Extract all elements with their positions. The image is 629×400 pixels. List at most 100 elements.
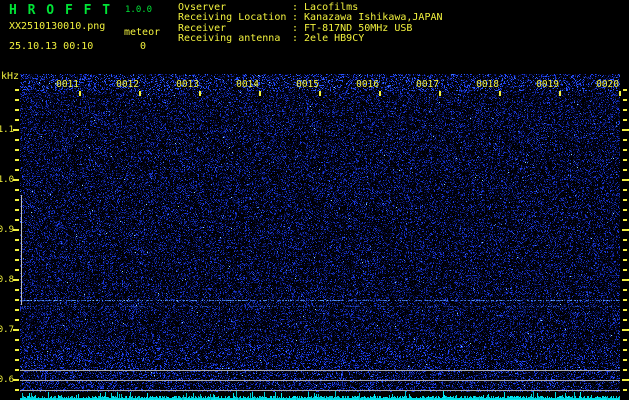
freq-tick-left [15, 359, 19, 361]
time-tick [439, 91, 441, 96]
freq-tick-left [15, 139, 19, 141]
freq-axis-label: 0.9 [0, 225, 14, 235]
meteor-count: 0 [140, 41, 147, 52]
freq-tick-left [13, 329, 19, 331]
freq-tick-left [13, 129, 19, 131]
time-axis-label: 0015 [296, 79, 319, 90]
freq-axis-label: 0.6 [0, 375, 14, 385]
time-axis-label: 0011 [56, 79, 79, 90]
app-version: 1.0.0 [125, 5, 153, 15]
reference-line [20, 370, 620, 371]
freq-tick-left [15, 99, 19, 101]
time-axis-label: 0012 [116, 79, 139, 90]
freq-tick-right [623, 119, 627, 121]
freq-tick-left [15, 89, 19, 91]
freq-tick-right [623, 149, 627, 151]
reference-line [20, 390, 620, 391]
freq-axis-label: 1.0 [0, 175, 14, 185]
freq-tick-right [623, 159, 627, 161]
freq-tick-right [623, 169, 627, 171]
freq-tick-left [15, 219, 19, 221]
freq-tick-left [15, 339, 19, 341]
time-tick [259, 91, 261, 96]
freq-tick-left [15, 149, 19, 151]
freq-tick-right [622, 129, 629, 131]
freq-axis-label: 0.7 [0, 325, 14, 335]
time-tick [139, 91, 141, 96]
time-axis-label: 0016 [356, 79, 379, 90]
time-tick [319, 91, 321, 96]
freq-tick-left [15, 119, 19, 121]
freq-tick-right [623, 99, 627, 101]
freq-tick-left [15, 159, 19, 161]
freq-tick-right [622, 279, 629, 281]
time-axis-label: 0013 [176, 79, 199, 90]
time-tick [379, 91, 381, 96]
freq-tick-right [623, 239, 627, 241]
time-tick [499, 91, 501, 96]
freq-tick-right [623, 199, 627, 201]
time-tick [199, 91, 201, 96]
capture-datetime: 25.10.13 00:10 [9, 41, 94, 52]
time-axis-label: 0020 [596, 79, 619, 90]
freq-tick-left [13, 229, 19, 231]
freq-tick-left [15, 349, 19, 351]
freq-tick-left [15, 239, 19, 241]
freq-tick-left [15, 109, 19, 111]
time-axis-label: 0018 [476, 79, 499, 90]
station-info-value: : 2ele HB9CY [292, 33, 365, 45]
time-tick [619, 91, 621, 96]
freq-tick-right [622, 379, 629, 381]
freq-tick-left [15, 309, 19, 311]
time-tick [79, 91, 81, 96]
freq-tick-left [15, 259, 19, 261]
freq-tick-right [623, 299, 627, 301]
freq-tick-left [15, 199, 19, 201]
freq-tick-right [623, 369, 627, 371]
freq-tick-right [623, 309, 627, 311]
freq-tick-right [623, 249, 627, 251]
freq-tick-right [623, 319, 627, 321]
freq-tick-left [15, 169, 19, 171]
freq-tick-left [15, 299, 19, 301]
freq-tick-right [622, 329, 629, 331]
freq-tick-right [623, 89, 627, 91]
meteor-echo-line [21, 195, 22, 305]
capture-filename: XX2510130010.png [9, 21, 106, 32]
freq-axis-label: 0.8 [0, 275, 14, 285]
station-info-row: Receiving antenna : 2ele HB9CY [178, 33, 443, 45]
freq-tick-left [15, 269, 19, 271]
freq-tick-right [622, 179, 629, 181]
spectrogram-canvas [20, 74, 620, 400]
freq-tick-right [623, 269, 627, 271]
station-info: Ovserver: Lacofilms Receiving Location: K… [178, 2, 443, 45]
freq-tick-left [13, 379, 19, 381]
freq-axis-unit: kHz [1, 71, 20, 82]
freq-tick-right [623, 259, 627, 261]
freq-tick-right [623, 109, 627, 111]
freq-axis-label: 1.1 [0, 125, 14, 135]
observation-mode: meteor [124, 27, 161, 38]
freq-tick-right [623, 349, 627, 351]
time-axis-label: 0014 [236, 79, 259, 90]
freq-tick-right [623, 339, 627, 341]
freq-tick-left [15, 209, 19, 211]
freq-tick-left [13, 279, 19, 281]
freq-tick-right [623, 359, 627, 361]
hrofft-window: H R O F F T 1.0.0 XX2510130010.png meteo… [0, 0, 629, 400]
freq-tick-left [15, 319, 19, 321]
station-info-label: Receiving antenna [178, 33, 281, 45]
freq-tick-right [623, 219, 627, 221]
freq-tick-right [623, 189, 627, 191]
freq-tick-right [623, 389, 627, 391]
freq-tick-right [623, 139, 627, 141]
freq-tick-left [15, 389, 19, 391]
time-tick [559, 91, 561, 96]
reference-line [20, 380, 620, 381]
freq-tick-right [622, 229, 629, 231]
app-title: H R O F F T [9, 3, 112, 18]
freq-tick-left [15, 289, 19, 291]
time-axis-label: 0017 [416, 79, 439, 90]
freq-tick-right [623, 209, 627, 211]
freq-tick-right [623, 289, 627, 291]
